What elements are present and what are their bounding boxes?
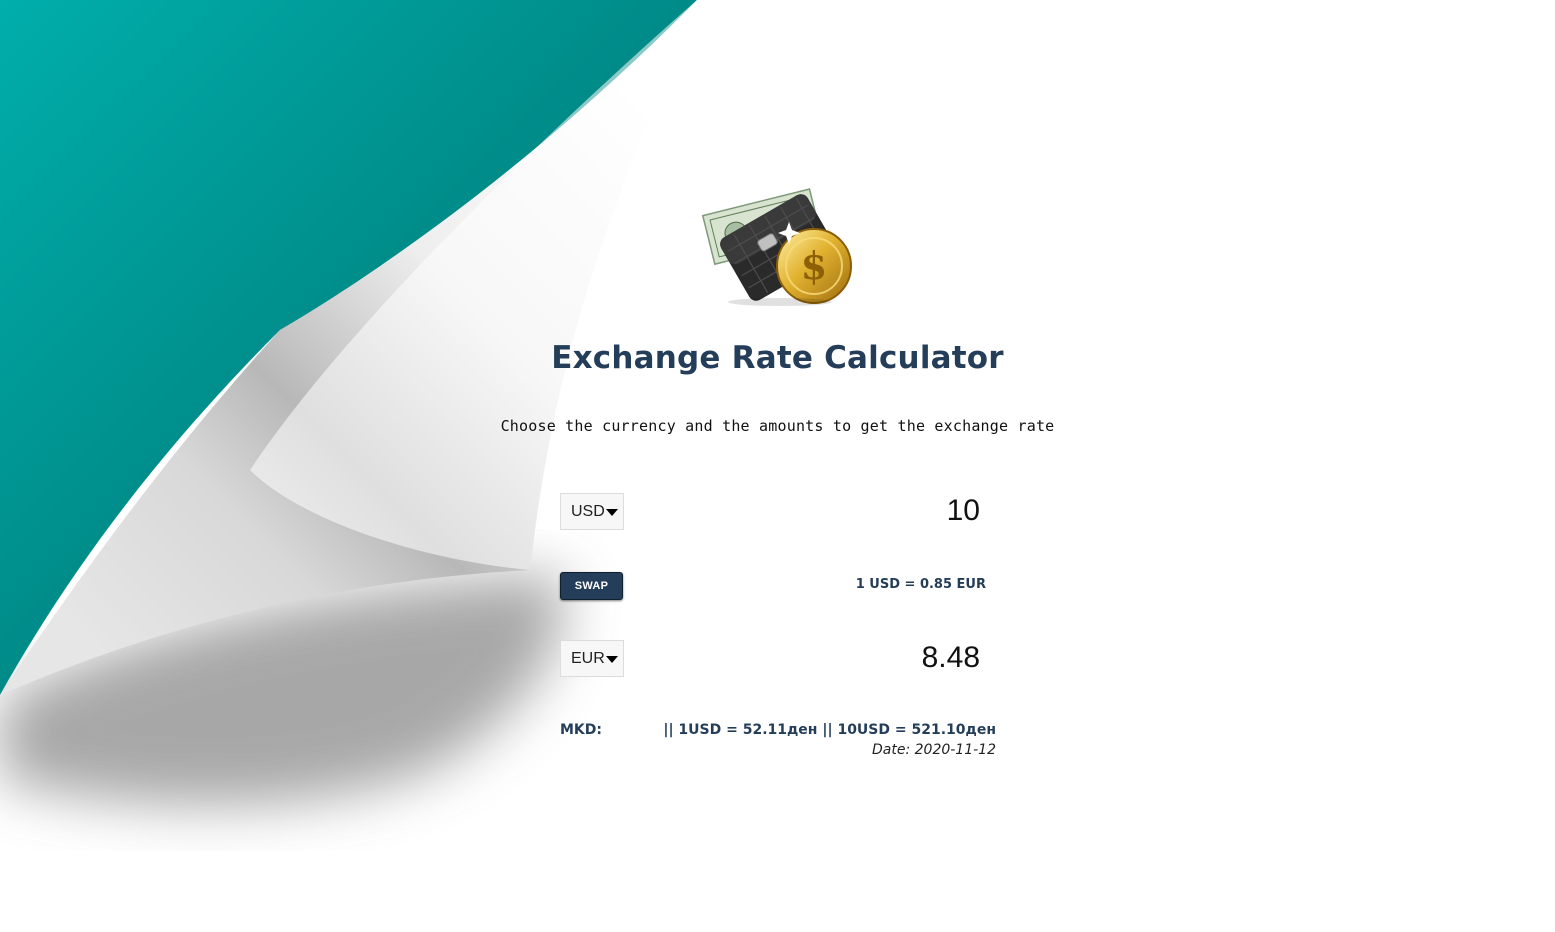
from-currency-select[interactable]: USD (560, 493, 624, 530)
page: $ Exchange Rate Calculator Choose the cu… (0, 0, 1555, 932)
mkd-label: MKD: (560, 722, 602, 738)
mkd-rate-values: || 1USD = 52.11ден || 10USD = 521.10ден (663, 722, 996, 738)
to-currency-select[interactable]: EUR (560, 640, 624, 677)
page-subtitle: Choose the currency and the amounts to g… (500, 417, 1055, 435)
exchange-rate-text: 1 USD = 0.85 EUR (855, 577, 986, 592)
wallet-dollar-coin-icon: $ (700, 172, 860, 312)
page-title: Exchange Rate Calculator (551, 340, 1004, 376)
svg-text:$: $ (801, 243, 827, 288)
to-amount-input[interactable] (800, 638, 980, 678)
from-currency-value: USD (571, 502, 605, 520)
swap-button[interactable]: SWAP (560, 572, 623, 600)
chevron-down-icon (605, 655, 618, 663)
to-currency-value: EUR (571, 649, 605, 667)
chevron-down-icon (605, 508, 618, 516)
from-amount-input[interactable] (800, 491, 980, 531)
mkd-date: Date: 2020-11-12 (872, 742, 996, 758)
exchange-rate-calculator: $ Exchange Rate Calculator Choose the cu… (0, 0, 1555, 932)
